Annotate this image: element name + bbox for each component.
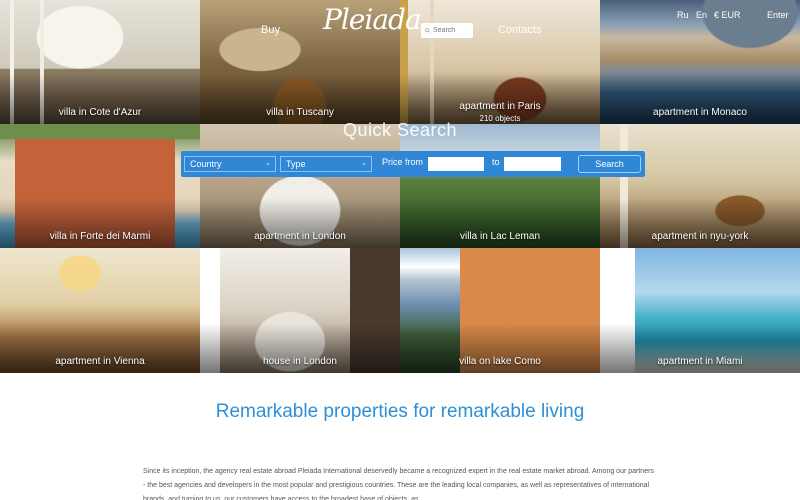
intro-text: Since its inception, the agency real est… — [143, 468, 654, 500]
intro-title: Remarkable properties for remarkable liv… — [215, 401, 585, 422]
country-select-label: Country — [190, 159, 222, 169]
tile-caption: villa on lake Como — [459, 356, 541, 367]
tile-villa-forte-dei-marmi[interactable]: villa in Forte dei Marmi — [0, 124, 200, 248]
tile-apartment-london[interactable]: apartment in London — [200, 124, 400, 248]
property-grid: villa in Cote d'Azur villa in Tuscany ap… — [0, 0, 800, 373]
nav-buy[interactable]: Buy — [261, 24, 280, 36]
search-button[interactable]: Search — [578, 155, 641, 173]
tile-caption: apartment in nyu-york — [651, 231, 749, 242]
price-from-label: Price from — [382, 157, 424, 167]
chevron-down-icon: ⌄ — [361, 160, 367, 167]
nav-contacts[interactable]: Contacts — [498, 24, 541, 36]
tile-caption: villa in Forte dei Marmi — [49, 231, 151, 242]
tile-villa-lac-leman[interactable]: villa in Lac Leman — [400, 124, 600, 248]
tile-caption: apartment in Monaco — [653, 107, 747, 118]
tile-apartment-miami[interactable]: apartment in Miami — [600, 248, 800, 373]
lang-en[interactable]: En — [696, 10, 707, 20]
type-select-label: Type — [286, 159, 306, 169]
tile-caption: house in London — [263, 356, 337, 367]
price-from-input[interactable] — [428, 157, 484, 171]
site-header: Buy Pleiada Contacts Ru En € EUR Enter — [0, 0, 800, 40]
logo[interactable]: Pleiada — [323, 3, 422, 43]
search-icon — [425, 28, 430, 33]
price-to-input[interactable] — [504, 157, 561, 171]
tile-villa-lake-como[interactable]: villa on lake Como — [400, 248, 600, 373]
currency-selector[interactable]: € EUR — [714, 10, 741, 20]
quick-search-bar: Country ⌄ Type ⌄ Price from to Search — [181, 151, 645, 177]
tile-caption: villa in Cote d'Azur — [58, 107, 142, 118]
tile-caption: villa in Lac Leman — [459, 231, 541, 242]
country-select[interactable]: Country ⌄ — [184, 156, 276, 172]
search-input[interactable] — [433, 27, 473, 34]
lang-ru[interactable]: Ru — [677, 10, 689, 20]
tile-apartment-vienna[interactable]: apartment in Vienna — [0, 248, 200, 373]
tile-caption: apartment in Vienna — [55, 356, 145, 367]
quick-search-title: Quick Search — [342, 120, 458, 140]
header-search[interactable] — [421, 23, 473, 38]
chevron-down-icon: ⌄ — [265, 160, 271, 167]
enter-link[interactable]: Enter — [767, 10, 789, 20]
tile-caption: apartment in London — [254, 231, 346, 242]
type-select[interactable]: Type ⌄ — [280, 156, 372, 172]
tile-caption: apartment in Paris — [459, 101, 541, 112]
tile-house-london[interactable]: house in London — [200, 248, 400, 373]
tile-caption: villa in Tuscany — [266, 107, 334, 118]
tile-caption: apartment in Miami — [657, 356, 743, 367]
tile-apartment-new-york[interactable]: apartment in nyu-york — [600, 124, 800, 248]
price-to-label: to — [492, 157, 500, 167]
